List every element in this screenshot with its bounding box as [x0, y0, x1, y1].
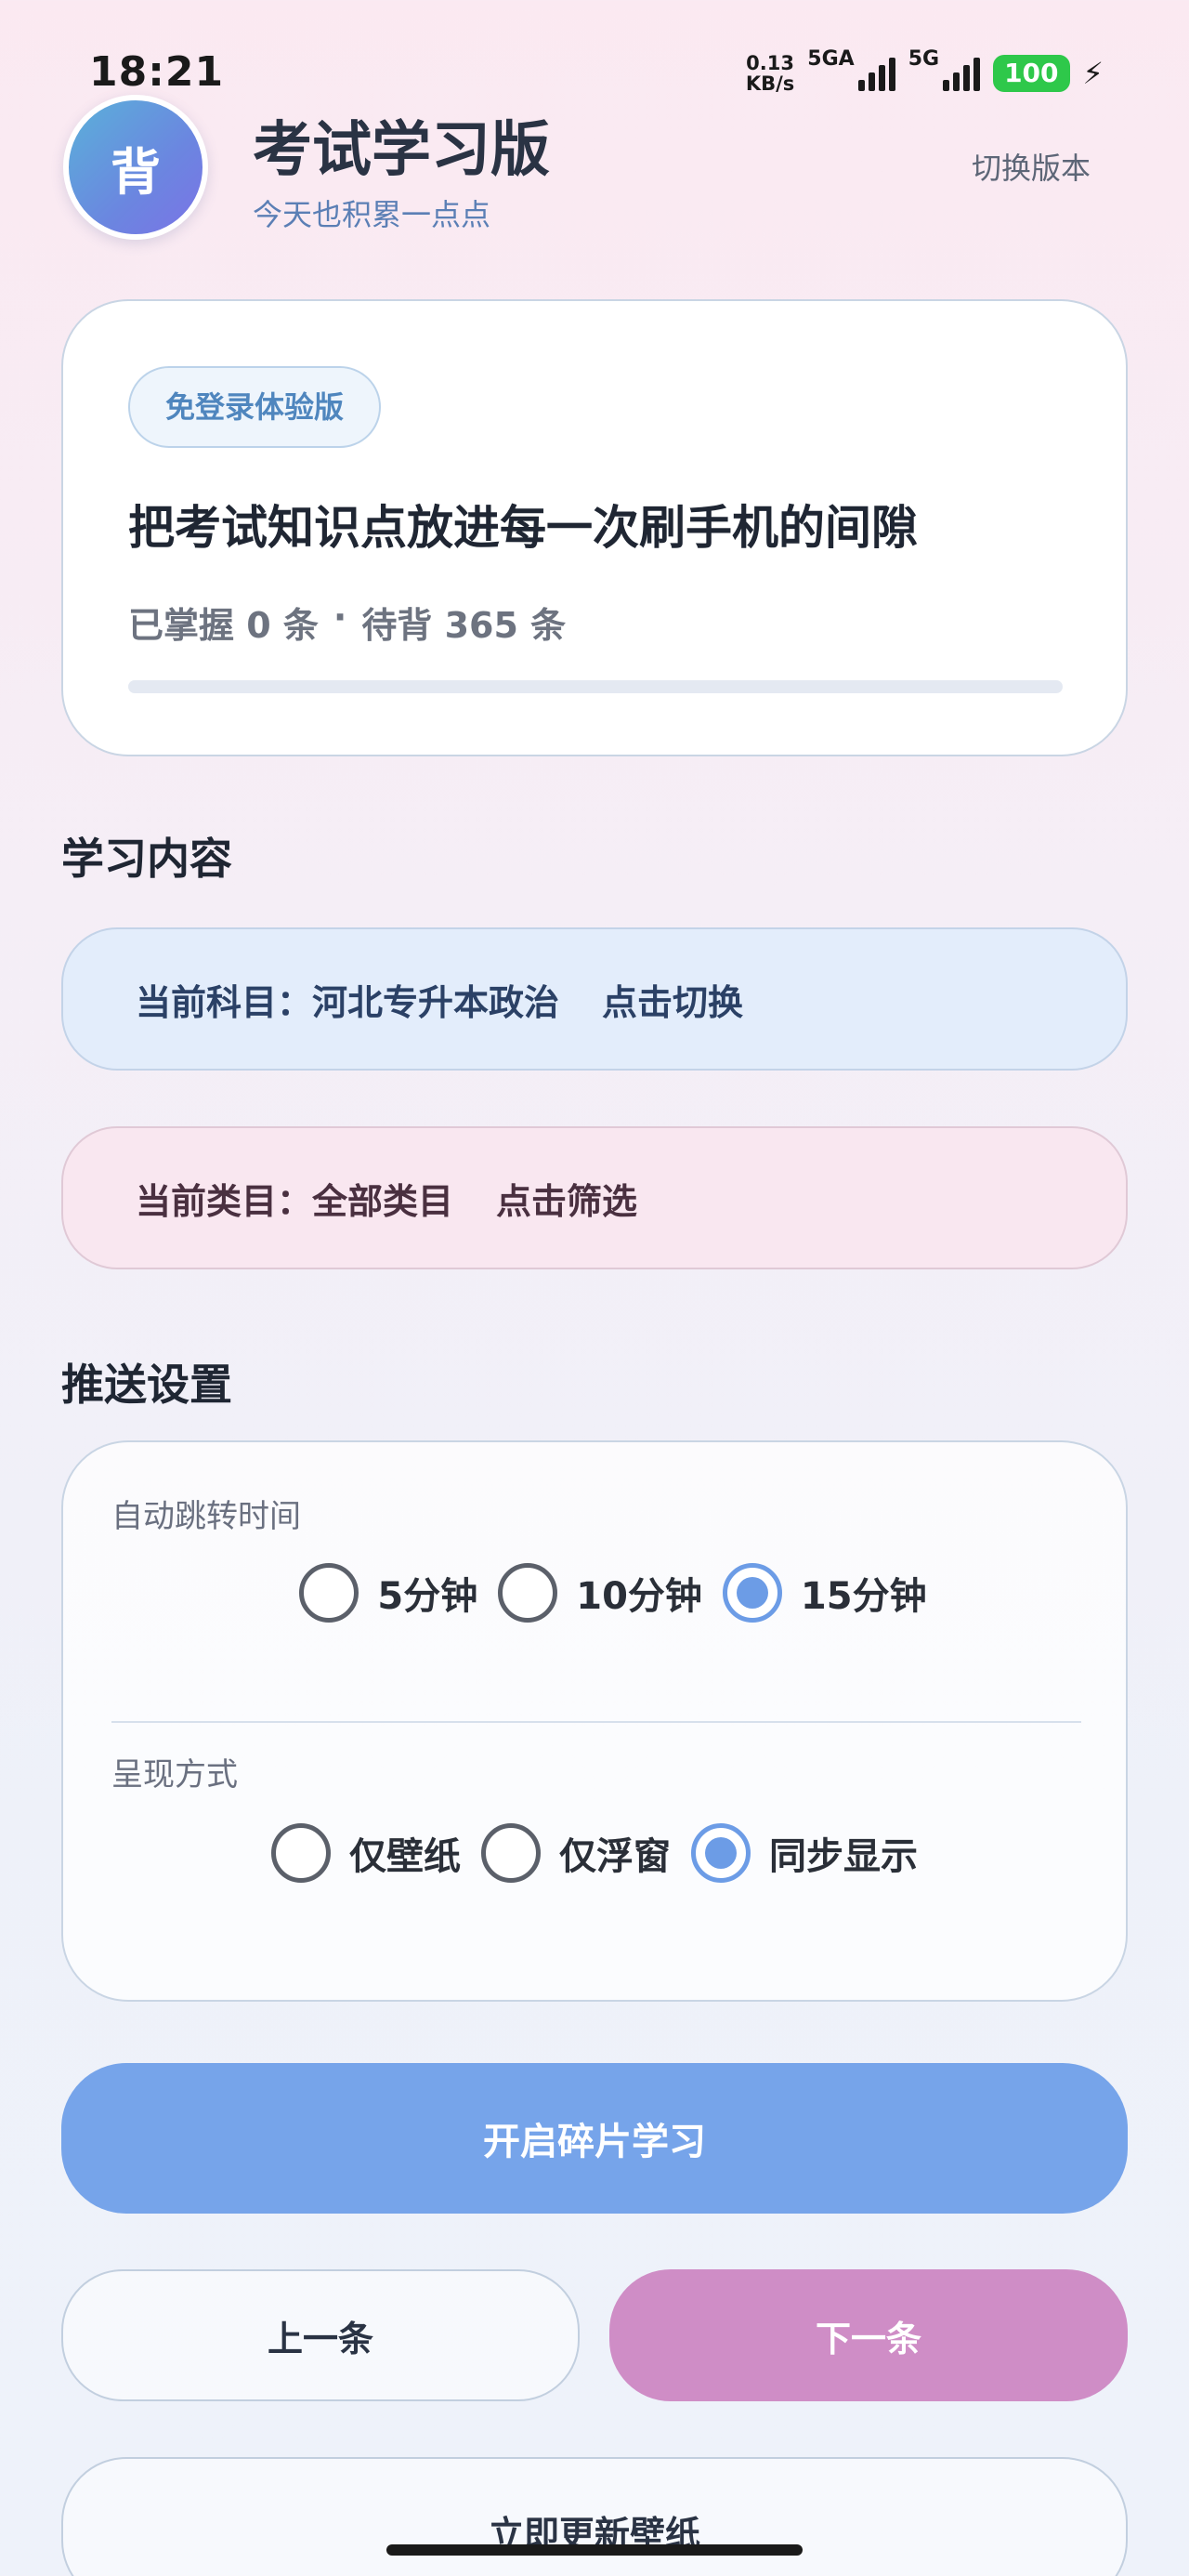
- radio-checked-icon: [691, 1823, 751, 1883]
- status-icons: 0.13 KB/s 5GA 5G 100 ⚡: [746, 47, 1104, 99]
- network-speed-unit: KB/s: [745, 72, 795, 95]
- sim1-label: 5GA: [807, 47, 855, 71]
- home-indicator[interactable]: [386, 2544, 803, 2556]
- display-mode-label: 呈现方式: [111, 1756, 238, 1794]
- radio-circle-icon: [299, 1563, 359, 1623]
- mastered-count: 已掌握 0 条: [128, 605, 319, 646]
- category-action: 点击筛选: [496, 1180, 638, 1222]
- network-speed-value: 0.13: [746, 52, 794, 74]
- sim1-signal: 5GA: [807, 47, 895, 91]
- signal-bars-icon: [857, 56, 895, 91]
- progress-card: 免登录体验版 把考试知识点放进每一次刷手机的间隙 已掌握 0 条 · 待背 36…: [61, 299, 1128, 756]
- page-title: 考试学习版: [253, 116, 550, 185]
- radio-option[interactable]: 同步显示: [691, 1823, 918, 1883]
- avatar: 背: [63, 95, 208, 240]
- charging-bolt-icon: ⚡: [1082, 56, 1104, 91]
- section-title-push: 推送设置: [61, 1360, 232, 1410]
- category-selector[interactable]: 当前类目：全部类目 点击筛选: [61, 1126, 1128, 1269]
- radio-checked-icon: [722, 1563, 782, 1623]
- section-title-content: 学习内容: [61, 834, 232, 884]
- radio-label: 同步显示: [769, 1835, 918, 1878]
- status-bar: 18:21 0.13 KB/s 5GA 5G 100 ⚡: [0, 0, 1189, 102]
- radio-label: 15分钟: [800, 1575, 927, 1618]
- sim2-signal: 5G: [908, 47, 981, 91]
- status-time: 18:21: [89, 48, 225, 96]
- push-settings-card: 自动跳转时间 5分钟 10分钟 15分钟 呈现方式 仅壁纸 仅浮窗 同步显示: [61, 1440, 1128, 2002]
- divider: [111, 1721, 1081, 1723]
- start-learning-button[interactable]: 开启碎片学习: [61, 2063, 1128, 2214]
- battery-level: 100: [993, 55, 1070, 92]
- radio-circle-icon: [498, 1563, 558, 1623]
- switch-version-link[interactable]: 切换版本: [972, 145, 1091, 188]
- radio-circle-icon: [271, 1823, 331, 1883]
- radio-option[interactable]: 仅浮窗: [481, 1823, 671, 1883]
- next-button[interactable]: 下一条: [609, 2269, 1128, 2401]
- radio-option[interactable]: 仅壁纸: [271, 1823, 461, 1883]
- display-mode-options: 仅壁纸 仅浮窗 同步显示: [63, 1823, 1126, 1883]
- radio-option[interactable]: 15分钟: [722, 1563, 927, 1623]
- category-label: 当前类目：全部类目: [136, 1180, 454, 1222]
- sim2-label: 5G: [908, 47, 940, 71]
- subject-action: 点击切换: [602, 981, 744, 1023]
- auto-jump-label: 自动跳转时间: [111, 1498, 301, 1535]
- subject-label: 当前科目：河北专升本政治: [136, 981, 560, 1023]
- radio-label: 仅浮窗: [559, 1835, 671, 1878]
- update-wallpaper-button[interactable]: 立即更新壁纸: [61, 2457, 1128, 2576]
- radio-label: 10分钟: [576, 1575, 702, 1618]
- radio-option[interactable]: 5分钟: [299, 1563, 477, 1623]
- previous-button[interactable]: 上一条: [61, 2269, 580, 2401]
- progress-bar: [128, 680, 1063, 693]
- radio-label: 5分钟: [377, 1575, 478, 1618]
- radio-option[interactable]: 10分钟: [498, 1563, 702, 1623]
- stats-separator: ·: [333, 597, 347, 637]
- radio-label: 仅壁纸: [349, 1835, 461, 1878]
- signal-bars-icon: [943, 56, 981, 91]
- page-subtitle: 今天也积累一点点: [253, 197, 491, 232]
- card-headline: 把考试知识点放进每一次刷手机的间隙: [128, 501, 918, 555]
- pending-count: 待背 365 条: [361, 605, 567, 646]
- subject-selector[interactable]: 当前科目：河北专升本政治 点击切换: [61, 927, 1128, 1071]
- auto-jump-options: 5分钟 10分钟 15分钟: [63, 1563, 1126, 1623]
- study-stats: 已掌握 0 条 · 待背 365 条: [128, 597, 566, 648]
- network-speed: 0.13 KB/s: [746, 53, 794, 94]
- trial-badge: 免登录体验版: [128, 366, 382, 448]
- radio-circle-icon: [481, 1823, 541, 1883]
